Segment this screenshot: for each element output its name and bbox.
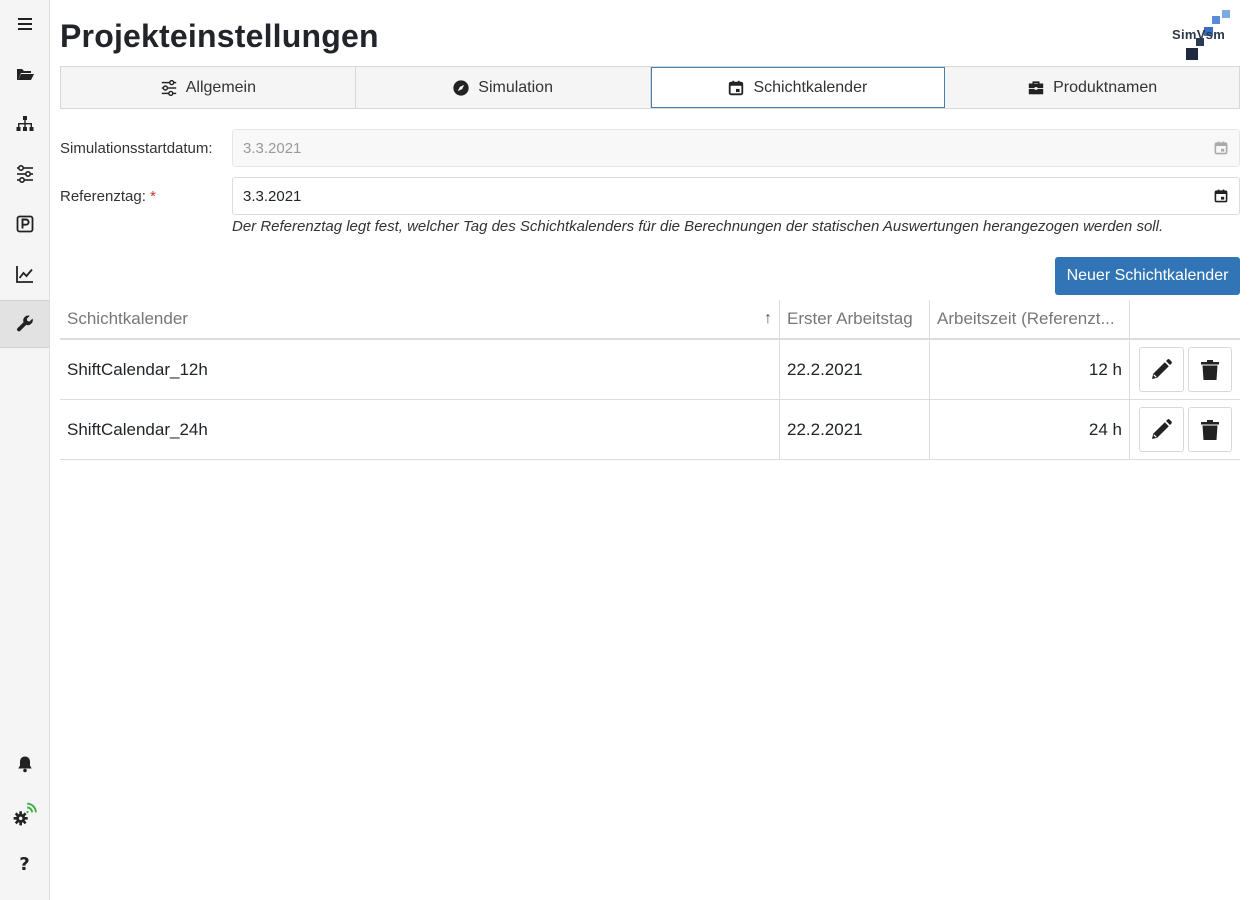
- pencil-icon: [1152, 418, 1173, 439]
- settings-tabs: Allgemein Simulation Schichtkalender Pro…: [60, 66, 1240, 109]
- page-title: Projekteinstellungen: [60, 18, 379, 54]
- sliders-icon: [161, 79, 176, 96]
- sort-ascending-icon: ↑: [764, 310, 772, 327]
- column-header-label: Erster Arbeitstag: [787, 309, 913, 328]
- delete-button[interactable]: [1187, 347, 1232, 392]
- reference-day-input[interactable]: 3.3.2021: [232, 177, 1240, 215]
- tab-simulation[interactable]: Simulation: [356, 67, 651, 108]
- menu-icon: [17, 18, 32, 30]
- start-date-label: Simulationsstartdatum:: [60, 140, 213, 157]
- tab-label: Schichtkalender: [753, 78, 868, 96]
- table-row: ShiftCalendar_24h 22.2.2021 24 h: [60, 400, 1240, 460]
- sidebar-item-structure[interactable]: [0, 100, 49, 148]
- cell-calendar-name: ShiftCalendar_12h: [60, 340, 780, 399]
- sidebar: ?: [0, 0, 50, 900]
- wrench-icon: [16, 315, 33, 332]
- connection-settings-button[interactable]: [0, 790, 49, 838]
- tab-label: Allgemein: [185, 78, 256, 96]
- help-button[interactable]: ?: [0, 840, 49, 888]
- gear-wifi-icon: [13, 802, 37, 826]
- tab-label: Simulation: [478, 78, 553, 96]
- table-row: ShiftCalendar_12h 22.2.2021 12 h: [60, 340, 1240, 400]
- cell-first-day: 22.2.2021: [780, 340, 930, 399]
- column-header-working-time[interactable]: Arbeitszeit (Referenzt...: [930, 300, 1130, 338]
- reference-day-label: Referenztag: *: [60, 188, 156, 205]
- sidebar-item-analysis[interactable]: [0, 250, 49, 298]
- sliders-icon: [16, 164, 33, 184]
- help-icon: ?: [19, 853, 30, 875]
- cell-working-time: 12 h: [930, 340, 1130, 399]
- tab-produktnamen[interactable]: Produktnamen: [945, 67, 1239, 108]
- shift-calendar-table: Schichtkalender ↑ Erster Arbeitstag Arbe…: [60, 300, 1240, 460]
- tab-label: Produktnamen: [1053, 78, 1158, 96]
- reference-day-value: 3.3.2021: [243, 187, 302, 205]
- line-chart-icon: [15, 266, 33, 283]
- delete-button[interactable]: [1187, 407, 1232, 452]
- reference-day-hint: Der Referenztag legt fest, welcher Tag d…: [232, 218, 1164, 235]
- parking-icon: [16, 215, 33, 233]
- calendar-icon: [729, 80, 744, 95]
- required-marker: *: [150, 188, 156, 205]
- column-header-label: Schichtkalender: [67, 309, 188, 328]
- trash-icon: [1200, 359, 1219, 380]
- cell-first-day: 22.2.2021: [780, 400, 930, 459]
- reference-day-label-text: Referenztag:: [60, 188, 146, 205]
- new-shift-calendar-button[interactable]: Neuer Schichtkalender: [1055, 257, 1240, 295]
- calendar-icon[interactable]: [1213, 188, 1229, 204]
- edit-button[interactable]: [1139, 407, 1184, 452]
- cell-working-time: 24 h: [930, 400, 1130, 459]
- column-header-actions: [1130, 300, 1240, 338]
- calendar-icon: [1214, 141, 1228, 155]
- column-header-name[interactable]: Schichtkalender ↑: [60, 300, 780, 338]
- trash-icon: [1200, 419, 1219, 440]
- start-date-field: 3.3.2021: [232, 129, 1240, 167]
- sidebar-item-parameters[interactable]: [0, 150, 49, 198]
- start-date-value: 3.3.2021: [243, 139, 302, 157]
- cell-calendar-name: ShiftCalendar_24h: [60, 400, 780, 459]
- sidebar-item-products[interactable]: [0, 200, 49, 248]
- sitemap-icon: [16, 116, 33, 131]
- cell-actions: [1130, 340, 1240, 399]
- app-logo: SimVsm: [1168, 8, 1242, 62]
- notifications-button[interactable]: [0, 740, 49, 788]
- column-header-first-day[interactable]: Erster Arbeitstag: [780, 300, 930, 338]
- tab-allgemein[interactable]: Allgemein: [61, 67, 356, 108]
- folder-open-icon: [16, 69, 34, 80]
- logo-text: SimVsm: [1172, 27, 1226, 42]
- column-header-label: Arbeitszeit (Referenzt...: [937, 309, 1115, 328]
- table-header: Schichtkalender ↑ Erster Arbeitstag Arbe…: [60, 300, 1240, 340]
- briefcase-icon: [1028, 80, 1044, 94]
- pencil-icon: [1152, 358, 1173, 379]
- bell-icon: [17, 756, 32, 773]
- compass-icon: [453, 79, 469, 96]
- edit-button[interactable]: [1139, 347, 1184, 392]
- cell-actions: [1130, 400, 1240, 459]
- sidebar-item-projects[interactable]: [0, 50, 49, 98]
- tab-schichtkalender[interactable]: Schichtkalender: [650, 67, 946, 108]
- menu-button[interactable]: [0, 0, 49, 48]
- sidebar-item-settings[interactable]: [0, 300, 49, 348]
